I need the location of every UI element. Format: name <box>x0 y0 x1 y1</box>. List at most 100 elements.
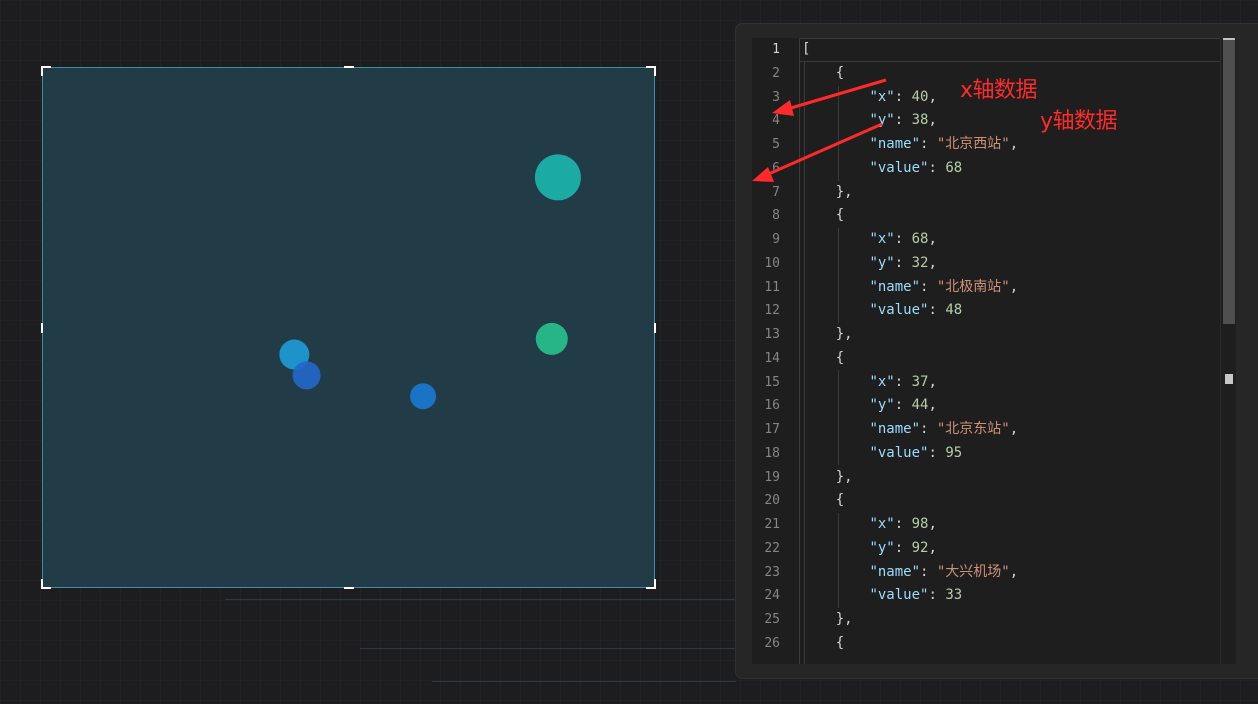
code-token: { <box>802 207 845 224</box>
code-line[interactable]: "name": "大兴机场", <box>802 561 1018 585</box>
line-number: 16 <box>764 398 780 414</box>
line-number: 13 <box>764 327 780 342</box>
line-number: 1 <box>772 42 780 57</box>
code-token: "name" <box>869 563 921 580</box>
resize-handle-left[interactable] <box>41 323 43 333</box>
code-token: "北极南站" <box>936 278 1010 295</box>
scatter-point-4[interactable] <box>410 383 437 410</box>
resize-handle-bottom-left[interactable] <box>41 579 51 589</box>
code-line[interactable]: "y": 44, <box>802 394 936 418</box>
code-line[interactable]: { <box>802 204 844 228</box>
code-line[interactable]: { <box>802 347 844 371</box>
scatter-point-0[interactable] <box>534 154 581 201</box>
code-token: : <box>928 302 946 319</box>
line-number: 23 <box>764 564 780 580</box>
resize-handle-right[interactable] <box>654 323 656 333</box>
line-number: 17 <box>764 422 780 437</box>
code-token: "x" <box>869 373 895 390</box>
code-line[interactable]: "x": 68, <box>802 228 937 252</box>
scrollbar-thumb[interactable] <box>1223 40 1235 324</box>
code-line[interactable]: }, <box>802 181 853 205</box>
current-line-highlight <box>800 38 1236 62</box>
code-line[interactable]: }, <box>802 466 853 490</box>
code-token: 95 <box>945 444 963 461</box>
scatter-point-3[interactable] <box>292 361 321 390</box>
code-line[interactable]: }, <box>802 608 853 632</box>
resize-handle-top[interactable] <box>344 66 354 68</box>
code-token: , <box>928 231 937 247</box>
code-line[interactable]: "value": 33 <box>802 584 962 608</box>
y-axis-data-annotation: y轴数据 <box>1040 109 1118 134</box>
code-line[interactable]: { <box>802 62 844 86</box>
code-token: : <box>894 373 912 390</box>
code-line[interactable]: "y": 92, <box>802 537 936 561</box>
code-token: "value" <box>869 302 929 319</box>
code-line[interactable]: "name": "北京西站", <box>802 133 1018 157</box>
code-token: : <box>894 88 912 105</box>
code-line[interactable]: "x": 98, <box>802 513 936 537</box>
code-line[interactable]: "name": "北京东站", <box>802 418 1018 442</box>
code-token: }, <box>802 468 853 485</box>
code-token: : <box>920 421 937 437</box>
canvas-guide-line <box>225 599 735 600</box>
code-line[interactable]: "y": 32, <box>802 252 937 276</box>
line-number: 20 <box>764 493 780 509</box>
code-line[interactable]: }, <box>802 323 853 347</box>
resize-handle-bottom[interactable] <box>344 587 354 589</box>
code-token: : <box>928 444 946 461</box>
code-token: 32 <box>911 254 929 271</box>
code-line[interactable]: "y": 38, <box>802 109 937 133</box>
line-number: 8 <box>772 208 780 224</box>
scrollbar-position-marker <box>1225 374 1233 384</box>
line-number: 3 <box>772 89 780 105</box>
code-line[interactable]: "x": 37, <box>802 371 936 395</box>
code-area[interactable]: 1 2 3 4 5 6 7 8 9 10 11 12 13 14 15 16 17 18 19 20 21 22 23 24 2… <box>752 38 1236 664</box>
code-line[interactable]: [ <box>802 38 810 62</box>
code-line[interactable]: "value": 68 <box>802 157 962 181</box>
code-token: 40 <box>911 88 929 105</box>
resize-handle-bottom-right[interactable] <box>646 579 656 589</box>
line-number: 22 <box>764 540 780 556</box>
line-number: 5 <box>772 137 780 152</box>
line-number: 24 <box>764 588 780 604</box>
code-token: , <box>1009 563 1019 580</box>
line-number: 15 <box>764 374 780 390</box>
code-token: }, <box>802 183 853 200</box>
scatter-point-1[interactable] <box>535 322 568 355</box>
code-line[interactable]: "name": "北极南站", <box>802 276 1018 300</box>
resize-handle-top-right[interactable] <box>646 66 656 76</box>
code-line[interactable]: "value": 95 <box>802 442 962 466</box>
resize-handle-top-left[interactable] <box>41 66 51 76</box>
code-token: { <box>802 349 845 366</box>
code-token: : <box>920 563 937 580</box>
code-token: : <box>894 516 912 532</box>
code-token: , <box>1009 136 1019 152</box>
scatter-chart-widget[interactable] <box>41 66 656 589</box>
code-token: "x" <box>869 516 895 532</box>
editor-scrollbar[interactable] <box>1220 38 1236 664</box>
code-line[interactable]: "x": 40, <box>802 86 936 110</box>
code-line[interactable]: { <box>802 632 844 656</box>
code-line[interactable]: "value": 48 <box>802 299 962 323</box>
code-token: "value" <box>869 444 929 461</box>
code-token: : <box>894 254 912 271</box>
code-token: , <box>928 254 937 271</box>
line-number: 12 <box>764 303 780 319</box>
code-token: }, <box>802 326 853 342</box>
code-line[interactable]: { <box>802 489 844 513</box>
code-token: , <box>928 112 937 129</box>
line-number: 2 <box>772 65 780 81</box>
line-number: 9 <box>772 232 780 247</box>
code-token: 38 <box>911 112 929 129</box>
